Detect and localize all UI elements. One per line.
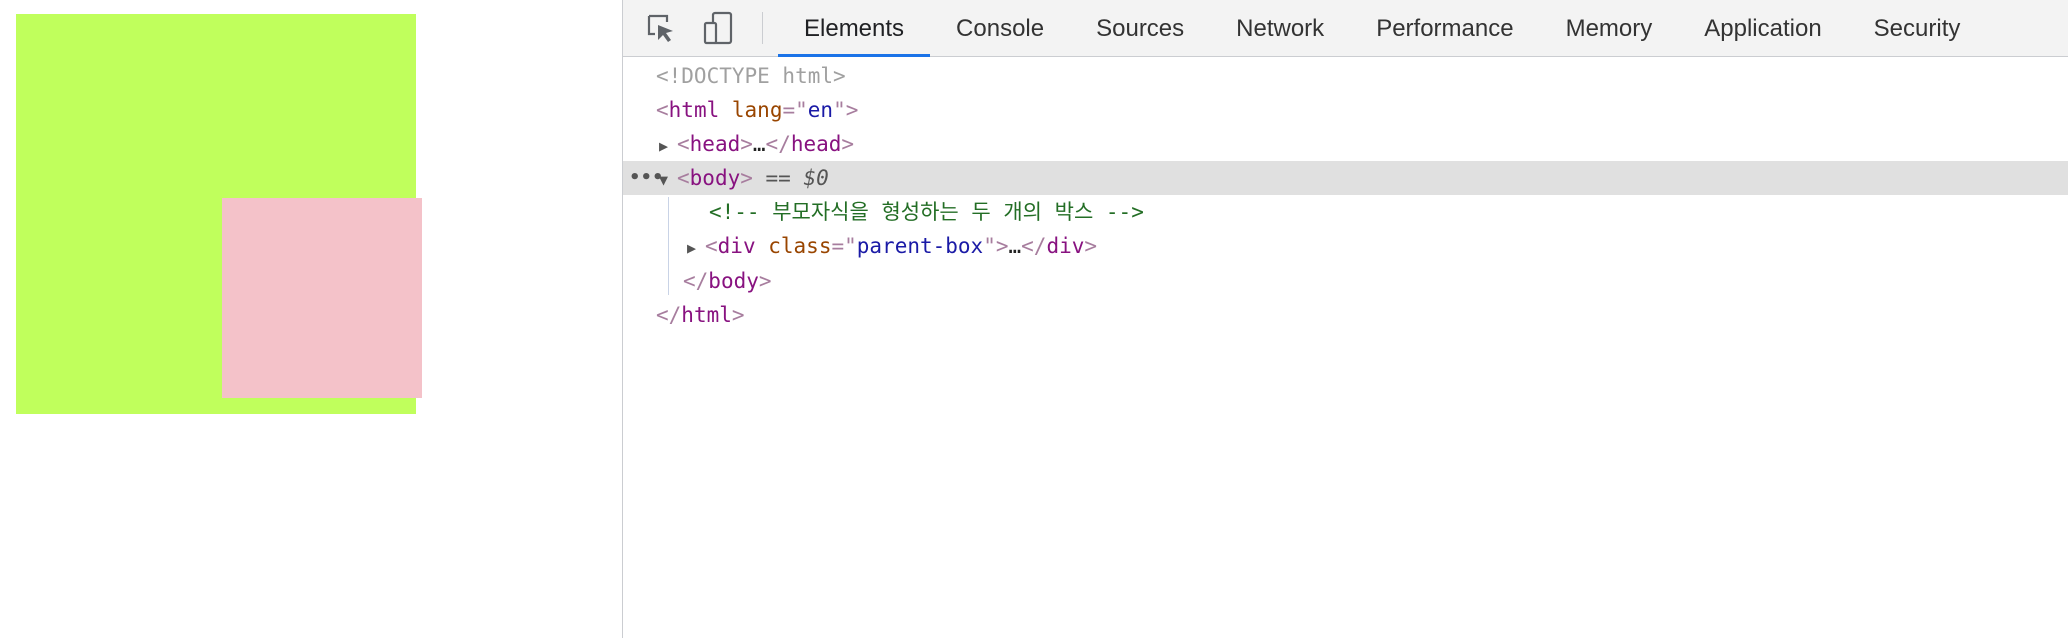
body-close-node[interactable]: </body> [623,264,2068,298]
child-box [222,198,422,398]
tab-application[interactable]: Application [1678,0,1847,57]
comment-node[interactable]: <!-- 부모자식을 형성하는 두 개의 박스 --> [623,195,2068,229]
html-close-node[interactable]: </html> [623,298,2068,332]
html-open-node[interactable]: <html lang="en"> [623,93,2068,127]
expand-triangle-icon[interactable]: ▶ [659,129,677,163]
tab-sources[interactable]: Sources [1070,0,1210,57]
body-node-selected[interactable]: ••• ▼ <body> == $0 [623,161,2068,195]
tab-security[interactable]: Security [1848,0,1987,57]
device-toolbar-icon[interactable] [699,8,739,48]
head-node[interactable]: ▶ <head>…</head> [623,127,2068,161]
page-preview [0,0,622,638]
doctype-node[interactable]: <!DOCTYPE html> [623,59,2068,93]
tab-elements[interactable]: Elements [778,0,931,57]
tab-console[interactable]: Console [930,0,1070,57]
tab-network[interactable]: Network [1210,0,1350,57]
inspect-cursor-icon[interactable] [641,8,681,48]
dom-tree: <!DOCTYPE html> <html lang="en"> ▶ <head>… [623,57,2068,638]
devtools-toolbar: Elements Console Sources Network Performance… [623,0,2068,57]
tab-performance[interactable]: Performance [1350,0,1539,57]
devtools-panel: Elements Console Sources Network Performance… [622,0,2068,638]
devtools-tabs: Elements Console Sources Network Performance… [778,0,1986,57]
div-parent-box-node[interactable]: ▶ <div class="parent-box">…</div> [623,229,2068,263]
toolbar-separator [762,12,763,44]
tab-memory[interactable]: Memory [1540,0,1679,57]
expand-triangle-icon[interactable]: ▶ [687,231,705,265]
node-actions-icon[interactable]: ••• [629,161,664,195]
